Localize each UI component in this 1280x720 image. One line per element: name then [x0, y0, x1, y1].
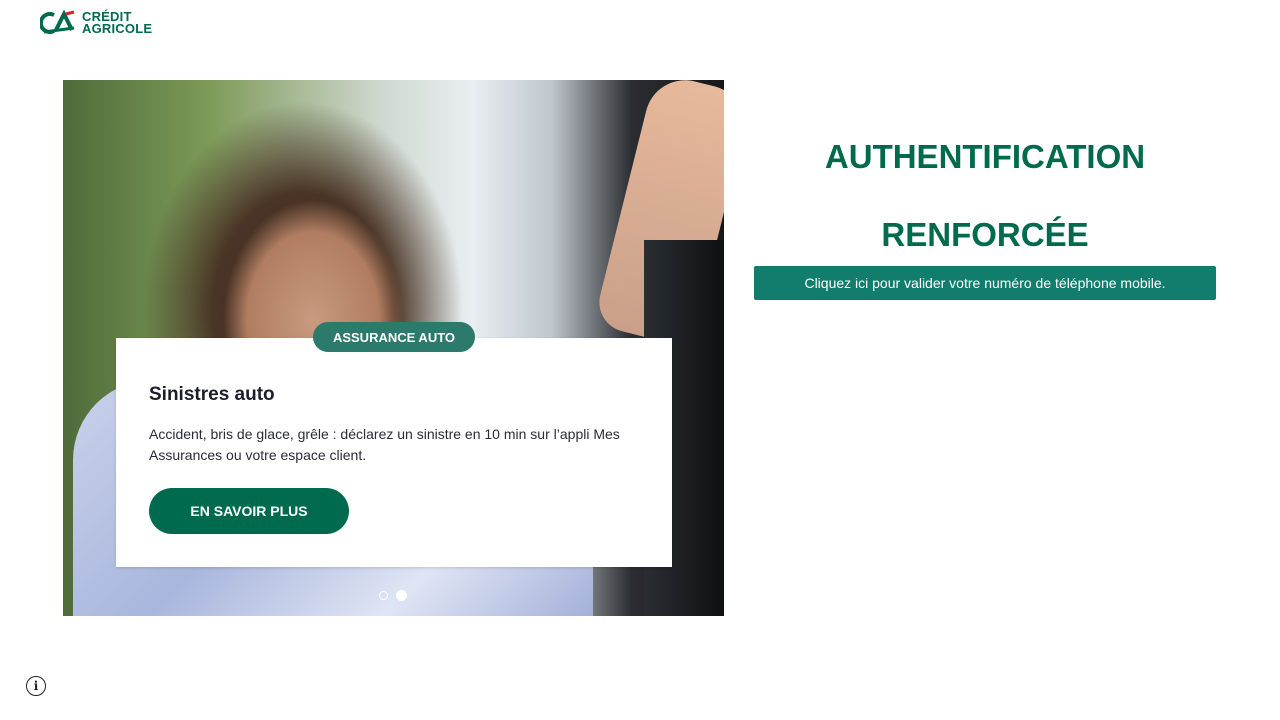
- card-title: Sinistres auto: [149, 384, 275, 405]
- carousel-dot-2[interactable]: [396, 590, 407, 601]
- carousel-card: Sinistres auto Accident, bris de glace, …: [116, 338, 672, 567]
- carousel-dot-1[interactable]: [379, 591, 388, 600]
- brand-line-2: AGRICOLE: [82, 21, 153, 36]
- card-category-tag: ASSURANCE AUTO: [313, 322, 475, 352]
- validate-phone-button[interactable]: Cliquez ici pour valider votre numéro de…: [754, 266, 1216, 300]
- credit-agricole-logo-icon: [40, 10, 75, 34]
- auth-title: AUTHENTIFICATION RENFORCÉE: [754, 118, 1216, 274]
- info-icon[interactable]: i: [26, 676, 46, 696]
- carousel-pagination: [379, 590, 407, 601]
- auth-title-line-2: RENFORCÉE: [881, 216, 1089, 253]
- auth-title-line-1: AUTHENTIFICATION: [824, 138, 1146, 175]
- brand-logo[interactable]: CRÉDIT AGRICOLE: [40, 10, 152, 36]
- card-description: Accident, bris de glace, grêle : déclare…: [149, 426, 620, 463]
- brand-name: CRÉDIT AGRICOLE: [82, 10, 153, 36]
- learn-more-button[interactable]: EN SAVOIR PLUS: [149, 488, 349, 534]
